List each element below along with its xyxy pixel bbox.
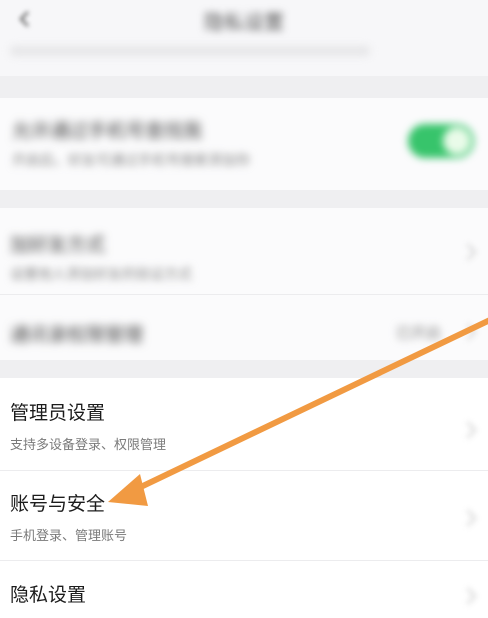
page-title: 隐私设置	[204, 10, 284, 34]
list-item-hint: 手机登录、管理账号	[10, 529, 128, 544]
list-item-hint: 设置他人添加好友的验证方式	[10, 267, 192, 283]
screen: 隐私设置 允许通过手机号查找我 开启后，好友可通过手机号搜索添加你 加好友方式 …	[0, 0, 488, 618]
list-item-label: 账号与安全	[10, 493, 106, 515]
toggle-knob	[443, 127, 471, 155]
permission-toggle[interactable]	[408, 124, 474, 158]
toggle-item-label: 允许通过手机号查找我	[12, 120, 203, 142]
list-item-label: 通讯录权限管理	[10, 324, 144, 346]
list-item-label: 管理员设置	[10, 402, 106, 424]
list-item-value: 已开启	[396, 324, 442, 342]
divider	[0, 470, 488, 471]
divider	[0, 294, 488, 295]
navigation-bar: 隐私设置	[0, 0, 488, 76]
list-item-hint: 支持多设备登录、权限管理	[10, 438, 167, 453]
list-item-label: 加好友方式	[10, 234, 106, 256]
nav-blurred-line	[10, 46, 370, 56]
divider	[0, 560, 488, 561]
list-item-label: 隐私设置	[10, 584, 87, 606]
toggle-item-hint: 开启后，好友可通过手机号搜索添加你	[12, 153, 250, 169]
